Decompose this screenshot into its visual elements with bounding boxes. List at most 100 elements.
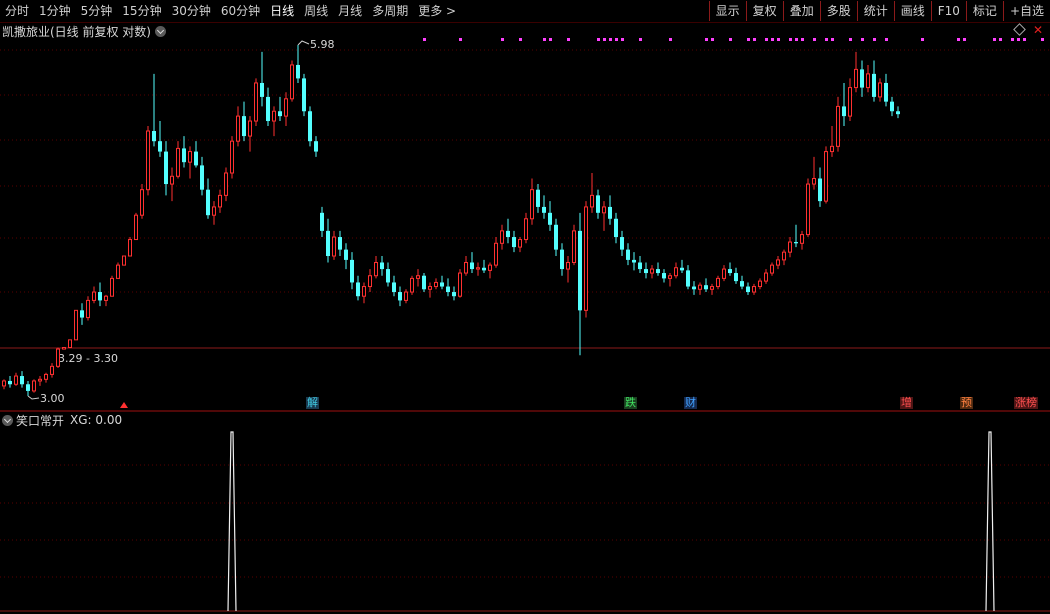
candle bbox=[548, 201, 552, 231]
candle-body bbox=[428, 286, 432, 290]
candle bbox=[218, 189, 222, 213]
candle bbox=[212, 201, 216, 225]
candle-body bbox=[344, 249, 348, 260]
candle-body bbox=[410, 277, 414, 293]
candle-body bbox=[440, 282, 444, 287]
candle-body bbox=[38, 378, 42, 382]
candle bbox=[416, 269, 420, 287]
candle-body bbox=[824, 151, 828, 202]
chart-canvas[interactable] bbox=[0, 0, 1050, 614]
candle bbox=[56, 347, 60, 368]
candle-body bbox=[752, 286, 756, 293]
candle-body bbox=[458, 272, 462, 297]
candle bbox=[98, 282, 102, 307]
candle bbox=[260, 51, 264, 107]
candle-body bbox=[524, 218, 528, 241]
candle bbox=[896, 106, 900, 119]
candle-body bbox=[800, 234, 804, 244]
candle-body bbox=[74, 309, 78, 341]
signal-dot bbox=[813, 38, 816, 41]
candle bbox=[206, 178, 210, 219]
signal-dot bbox=[801, 38, 804, 41]
candle-body bbox=[614, 218, 618, 238]
candle bbox=[878, 78, 882, 102]
candle-body bbox=[320, 212, 324, 231]
candle bbox=[362, 282, 366, 304]
candle bbox=[74, 309, 78, 341]
candle-body bbox=[140, 189, 144, 216]
candle-body bbox=[302, 78, 306, 112]
candle-body bbox=[782, 251, 786, 261]
candle bbox=[80, 303, 84, 325]
candle bbox=[560, 243, 564, 276]
candle bbox=[668, 273, 672, 287]
candle bbox=[710, 283, 714, 295]
candle bbox=[890, 96, 894, 117]
candle-body bbox=[866, 73, 870, 89]
candle bbox=[860, 60, 864, 97]
candle-body bbox=[266, 96, 270, 122]
candle bbox=[182, 136, 186, 168]
candle-body bbox=[506, 230, 510, 238]
candle bbox=[326, 218, 330, 263]
signal-dot bbox=[669, 38, 672, 41]
candle-body bbox=[362, 286, 366, 297]
candle-body bbox=[806, 183, 810, 236]
candle-body bbox=[254, 82, 258, 122]
signal-dot bbox=[777, 38, 780, 41]
candle bbox=[584, 201, 588, 318]
candle-body bbox=[14, 375, 18, 385]
candle-body bbox=[884, 82, 888, 102]
candle-body bbox=[602, 206, 606, 214]
candle bbox=[62, 347, 66, 350]
candle-body bbox=[224, 172, 228, 196]
candle-body bbox=[812, 178, 816, 185]
candle-body bbox=[86, 299, 90, 319]
signal-dot bbox=[849, 38, 852, 41]
candle-body bbox=[764, 272, 768, 282]
candle bbox=[266, 87, 270, 126]
candle-body bbox=[374, 261, 378, 277]
candle bbox=[26, 380, 30, 396]
candle bbox=[140, 184, 144, 219]
candle bbox=[194, 141, 198, 168]
candle-body bbox=[734, 273, 738, 282]
candle bbox=[428, 282, 432, 298]
candle-body bbox=[164, 151, 168, 185]
candle bbox=[842, 82, 846, 126]
candle bbox=[146, 125, 150, 196]
signal-dot bbox=[747, 38, 750, 41]
candle-body bbox=[368, 275, 372, 288]
candle bbox=[698, 282, 702, 295]
candle-body bbox=[398, 292, 402, 301]
candle-body bbox=[326, 230, 330, 257]
candle bbox=[314, 136, 318, 157]
candle bbox=[500, 224, 504, 250]
candle bbox=[452, 286, 456, 301]
candle bbox=[422, 273, 426, 293]
candle-body bbox=[776, 259, 780, 266]
candle bbox=[122, 255, 126, 266]
candle-body bbox=[32, 380, 36, 392]
signal-dot bbox=[885, 38, 888, 41]
candle bbox=[8, 376, 12, 388]
candle-body bbox=[416, 275, 420, 279]
candle-body bbox=[380, 262, 384, 270]
signal-dot bbox=[771, 38, 774, 41]
candle bbox=[782, 249, 786, 266]
candle-body bbox=[260, 82, 264, 97]
candle bbox=[686, 265, 690, 290]
candle-body bbox=[578, 230, 582, 311]
candle bbox=[536, 184, 540, 213]
candle bbox=[92, 286, 96, 304]
candle-body bbox=[284, 98, 288, 117]
candle bbox=[644, 262, 648, 279]
candle bbox=[818, 167, 822, 207]
candle-body bbox=[170, 175, 174, 185]
candle bbox=[338, 230, 342, 257]
candle-body bbox=[710, 286, 714, 290]
candle-body bbox=[194, 151, 198, 166]
candle-body bbox=[668, 275, 672, 279]
candle bbox=[458, 269, 462, 298]
candle-body bbox=[80, 310, 84, 318]
